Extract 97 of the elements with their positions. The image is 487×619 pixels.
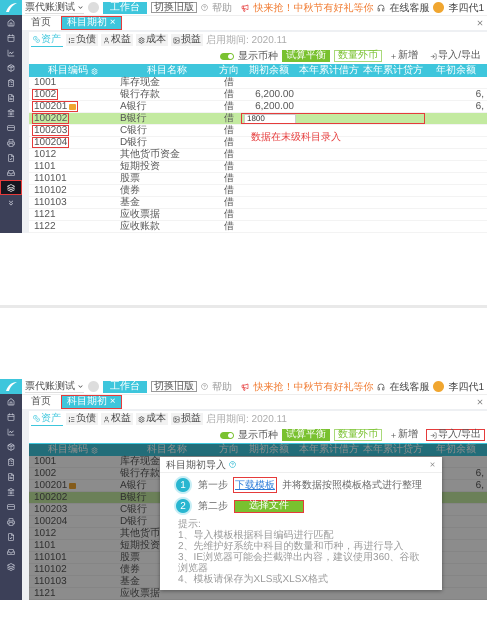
table-cell: 6,: [476, 468, 484, 479]
code-cell-text: 1101: [33, 161, 57, 172]
table-cell: 6,: [476, 480, 484, 491]
table-cell: 借: [224, 113, 234, 124]
column-header: 本年累计借方: [299, 65, 359, 77]
code-cell-text: 110102: [33, 185, 68, 196]
table-cell: 借: [224, 101, 234, 112]
table-cell: 股票: [120, 552, 140, 563]
code-cell-text: 1101: [33, 540, 57, 551]
table-cell: 库存现金: [120, 77, 160, 88]
column-header: 科目名称: [147, 65, 187, 77]
period-label: 启用期间: 2020.11: [206, 34, 287, 47]
tips-title: 提示:: [178, 519, 202, 530]
table-cell: 其他货币: [120, 528, 160, 539]
table-cell: D银行: [120, 137, 148, 148]
table-cell: 股票: [120, 173, 140, 184]
code-cell: 100201: [32, 480, 78, 491]
code-cell-text: 1122: [33, 221, 57, 232]
code-cell-text: 100204: [33, 516, 68, 527]
code-cell-text: 110103: [33, 576, 68, 587]
table-cell: 债券: [120, 185, 140, 196]
column-header: 年初余额: [436, 65, 476, 77]
tip-text: 2、先维护好系统中科目的数量和币种，再进行导入: [178, 541, 405, 552]
column-header: 期初余额: [249, 65, 289, 77]
column-header: 科目编码: [48, 65, 88, 77]
code-cell: 100201: [32, 101, 78, 112]
code-cell-text: 100202: [33, 492, 68, 503]
step-number: 2: [174, 497, 192, 515]
step-label: 第一步: [198, 478, 228, 492]
table-cell: 借: [224, 77, 234, 88]
column-header: 本年累计借方: [299, 444, 359, 456]
code-cell-text: 110102: [33, 564, 68, 575]
table-cell: 借: [224, 161, 234, 172]
code-cell-text: 100203: [33, 504, 68, 515]
table-cell: C银行: [120, 504, 148, 515]
table-cell: 6,200.00: [255, 89, 294, 100]
table-cell: 6,200.00: [255, 101, 294, 112]
table-cell: C银行: [120, 125, 148, 136]
column-header: 期初余额: [249, 444, 289, 456]
table-cell: 银行存款: [120, 468, 160, 479]
code-cell: 100202: [32, 113, 70, 124]
tip-text: 4、模板请保存为XLS或XLSX格式: [178, 574, 330, 585]
table-cell: 基金: [120, 576, 140, 587]
table-cell: 基金: [120, 197, 140, 208]
tip-text: 1、导入模板根据科目编码进行匹配: [178, 530, 334, 541]
table-cell: 借: [224, 125, 234, 136]
step-text: 并将数据按照模板格式进行整理: [282, 478, 422, 492]
code-cell-text: 1121: [33, 209, 57, 220]
table-cell: 短期投资: [120, 161, 160, 172]
table-cell: 借: [224, 149, 234, 160]
table-cell: 银行存款: [120, 89, 160, 100]
code-cell: 100204: [32, 137, 70, 148]
table-cell: 应收票据: [120, 588, 160, 599]
step-number: 1: [174, 476, 192, 494]
table-cell: 借: [224, 185, 234, 196]
period-label: 启用期间: 2020.11: [206, 412, 287, 426]
table-cell: A银行: [120, 480, 147, 491]
table-cell: 应收票据: [120, 209, 160, 220]
column-header: 本年累计贷方: [363, 444, 423, 456]
column-header: 年初余额: [436, 444, 476, 456]
table-cell: 借: [224, 209, 234, 220]
table-cell: B银行: [120, 113, 147, 124]
code-cell-text: 110101: [33, 552, 68, 563]
column-header: 科目编码: [48, 444, 88, 456]
table-cell: 库存现金: [120, 456, 160, 467]
code-cell-text: 110103: [33, 197, 68, 208]
dialog-title: 科目期初导入: [166, 458, 226, 472]
code-cell-text: 1001: [33, 77, 58, 88]
table-cell: 应收账款: [120, 221, 160, 232]
table-cell: D银行: [120, 516, 148, 527]
column-header: 本年累计贷方: [363, 65, 423, 77]
code-cell-text: 1002: [33, 468, 58, 479]
table-cell: 6,: [476, 101, 484, 112]
code-cell: 100203: [32, 125, 70, 136]
column-header: 方向: [219, 444, 239, 456]
table-cell: 借: [224, 197, 234, 208]
table-cell: 债券: [120, 564, 140, 575]
column-header: 方向: [219, 65, 239, 77]
code-cell-text: 1012: [33, 149, 58, 160]
table-cell: 借: [224, 137, 234, 148]
code-cell-text: 1121: [33, 588, 57, 599]
step-label: 第二步: [198, 500, 228, 513]
toggle-label: 显示币种: [238, 50, 278, 63]
table-cell: 其他货币资金: [120, 149, 180, 160]
code-cell-text: 1012: [33, 528, 58, 539]
table-cell: 短期投资: [120, 540, 160, 551]
table-cell: B银行: [120, 492, 147, 503]
table-cell: A银行: [120, 101, 147, 112]
toggle-label: 显示币种: [238, 428, 278, 442]
code-cell-text: 110101: [33, 173, 68, 184]
code-cell: 1002: [32, 89, 58, 100]
table-cell: 借: [224, 221, 234, 232]
table-cell: 借: [224, 173, 234, 184]
column-header: 科目名称: [147, 444, 187, 456]
code-cell-text: 1001: [33, 456, 58, 467]
table-cell: 6,: [476, 89, 484, 100]
table-cell: 借: [224, 89, 234, 100]
